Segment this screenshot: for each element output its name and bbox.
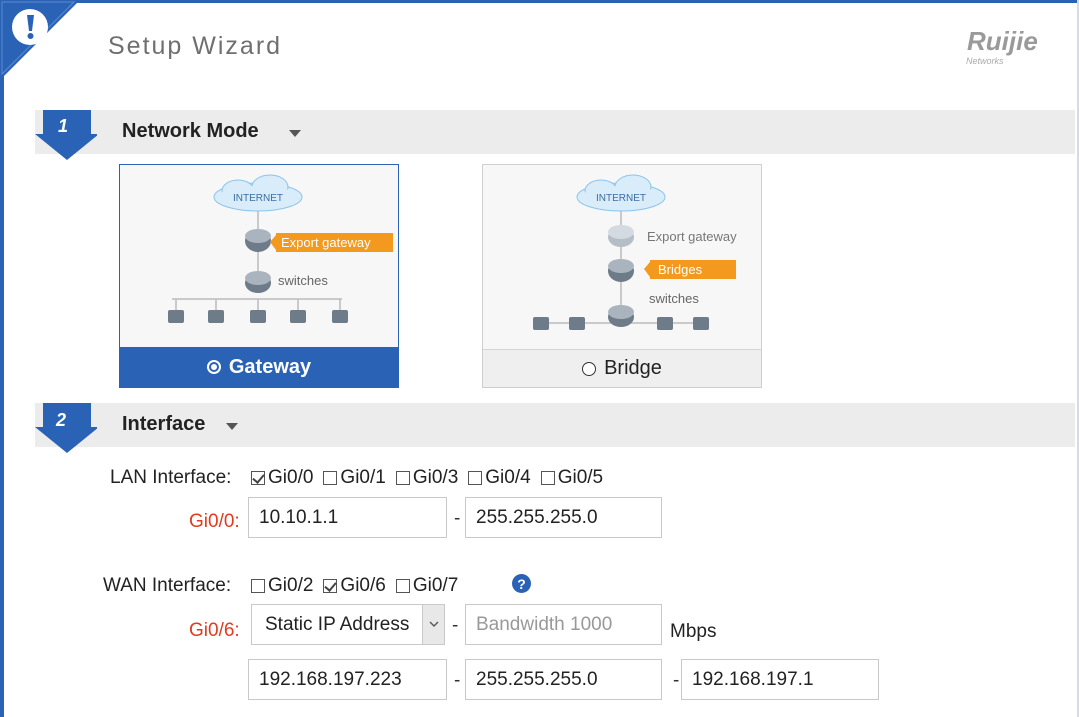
checkbox[interactable] [395,579,410,593]
wan-interface-label: WAN Interface: [103,575,232,596]
checkbox[interactable] [540,471,555,485]
separator: - [452,615,459,636]
svg-text:switches: switches [278,273,328,288]
gateway-topology-diagram: INTERNET Export gateway switches [120,165,398,349]
svg-text:INTERNET: INTERNET [596,193,646,204]
lan-mask-input[interactable]: 255.255.255.0 [465,497,662,538]
svg-text:Bridges: Bridges [658,262,703,277]
svg-text:Export gateway: Export gateway [647,229,737,244]
interface-title: Interface [122,413,206,435]
svg-text:Ruijie: Ruijie [967,26,1038,56]
alert-icon [0,0,80,80]
chevron-down-icon[interactable] [226,423,238,430]
bridge-radio-option[interactable]: Bridge [483,349,761,387]
bandwidth-unit: Mbps [670,621,717,642]
interface-section-header[interactable]: 2 Interface [35,403,1075,453]
bandwidth-input[interactable]: Bandwidth 1000 [465,604,662,645]
step-two-arrow-icon: 2 [35,403,97,453]
wan-port-gi0-7[interactable]: Gi0/7 [395,575,458,597]
app-title: Setup Wizard [108,32,283,60]
separator: - [454,508,461,529]
wan-port-checkboxes: Gi0/2 Gi0/6 Gi0/7 [251,575,468,597]
lan-port-gi0-1[interactable]: Gi0/1 [323,467,386,489]
bridge-topology-diagram: INTERNET Export gateway Bridges switches [483,165,761,349]
checkbox[interactable] [251,579,265,593]
window-top-border [0,0,1079,3]
help-icon[interactable]: ? [512,574,531,593]
checkbox[interactable] [323,471,338,485]
svg-text:INTERNET: INTERNET [233,193,283,204]
switch-icon [245,271,271,293]
checkbox-checked[interactable] [251,471,265,485]
svg-text:2: 2 [55,410,66,430]
svg-text:Export gateway: Export gateway [281,235,371,250]
bridge-label: Bridge [604,357,662,379]
lan-interface-label: LAN Interface: [110,467,232,488]
ruijie-logo: Ruijie Networks [966,26,1038,66]
chevron-down-icon[interactable] [289,130,301,137]
wan-port-gi0-6[interactable]: Gi0/6 [323,575,386,597]
wan-mode-select[interactable]: Static IP Address [251,604,445,645]
router-icon [245,229,271,252]
lan-port-checkboxes: Gi0/0 Gi0/1 Gi0/3 Gi0/4 Gi0/5 [251,467,613,489]
chevron-down-icon[interactable] [422,605,444,644]
lan-port-gi0-4[interactable]: Gi0/4 [468,467,531,489]
bridge-device-icon [608,259,634,282]
checkbox-checked[interactable] [323,579,338,593]
lan-ip-input[interactable]: 10.10.1.1 [248,497,447,538]
separator: - [673,670,680,691]
network-mode-section-header[interactable]: 1 Network Mode [35,110,1075,160]
step-one-arrow-icon: 1 [35,110,97,160]
wan-mask-input[interactable]: 255.255.255.0 [465,659,662,700]
switch-icon [608,305,634,327]
separator: - [454,670,461,691]
svg-text:1: 1 [58,116,68,136]
lan-port-gi0-3[interactable]: Gi0/3 [395,467,458,489]
lan-port-row-label: Gi0/0: [189,511,240,532]
lan-port-gi0-0[interactable]: Gi0/0 [251,467,313,489]
network-mode-title: Network Mode [122,120,259,142]
checkbox[interactable] [468,471,483,485]
wan-gateway-input[interactable]: 192.168.197.1 [681,659,879,700]
router-icon [608,225,634,247]
wan-ip-input[interactable]: 192.168.197.223 [248,659,447,700]
wan-port-gi0-2[interactable]: Gi0/2 [251,575,313,597]
gateway-mode-card[interactable]: INTERNET Export gateway switches Gateway [119,164,399,388]
bridge-radio[interactable] [582,361,597,376]
bridge-mode-card[interactable]: INTERNET Export gateway Bridges switches… [482,164,762,388]
window-left-border [0,0,4,717]
svg-text:Networks: Networks [966,56,1004,66]
lan-port-gi0-5[interactable]: Gi0/5 [540,467,603,489]
gateway-radio[interactable] [206,360,221,374]
gateway-radio-option[interactable]: Gateway [120,347,398,387]
svg-text:switches: switches [649,291,699,306]
wan-mode-value: Static IP Address [265,613,410,635]
gateway-label: Gateway [228,355,312,378]
wan-port-row-label: Gi0/6: [189,620,240,641]
checkbox[interactable] [395,471,410,485]
